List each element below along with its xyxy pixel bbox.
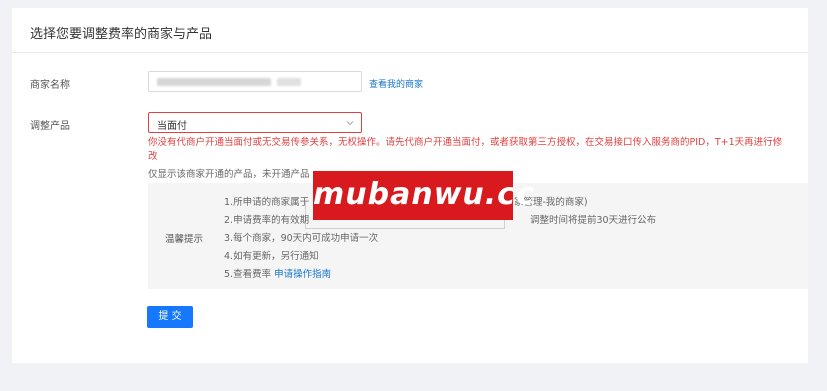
- product-select[interactable]: 当面付: [148, 112, 362, 133]
- view-my-merchants-link[interactable]: 查看我的商家: [369, 77, 423, 90]
- product-hint-text: 仅显示该商家开通的产品，未开通产品: [148, 169, 310, 180]
- tip-item-2: 2.申请费率的有效期 调整时间将提前30天进行公布: [224, 212, 656, 226]
- watermark-text: mubanwu.cc: [313, 177, 535, 212]
- tip-item-5: 5.查看费率 申请操作指南: [224, 269, 332, 280]
- product-label: 调整产品: [30, 121, 70, 132]
- watermark-logo: mubanwu.cc: [313, 171, 535, 220]
- tip-item-4: 4.如有更新，另行通知: [224, 251, 319, 262]
- tips-label: 温馨提示: [165, 234, 204, 245]
- apply-guide-link[interactable]: 申请操作指南: [274, 269, 331, 280]
- tip-item-3: 3.每个商家，90天内可成功申请一次: [224, 233, 379, 244]
- error-message: 你没有代商户开通当面付或无交易传参关系，无权操作。请先代商户开通当面付，或者获取…: [148, 137, 783, 162]
- product-select-value: 当面付: [157, 121, 187, 132]
- merchant-name-label: 商家名称: [30, 80, 70, 91]
- card-title: 选择您要调整费率的商家与产品: [30, 27, 213, 42]
- tip-item-1: 1.所申请的商家属于 家管理-我的商家): [224, 194, 588, 208]
- blurred-merchant-name-tail: [277, 78, 301, 86]
- submit-button[interactable]: 提 交: [147, 306, 193, 328]
- card-header: 选择您要调整费率的商家与产品: [12, 8, 808, 53]
- tip-item-2-tail: 调整时间将提前30天进行公布: [530, 215, 657, 226]
- chevron-down-icon: [346, 121, 354, 126]
- blurred-merchant-name: [157, 78, 271, 86]
- merchant-name-field[interactable]: [148, 71, 362, 92]
